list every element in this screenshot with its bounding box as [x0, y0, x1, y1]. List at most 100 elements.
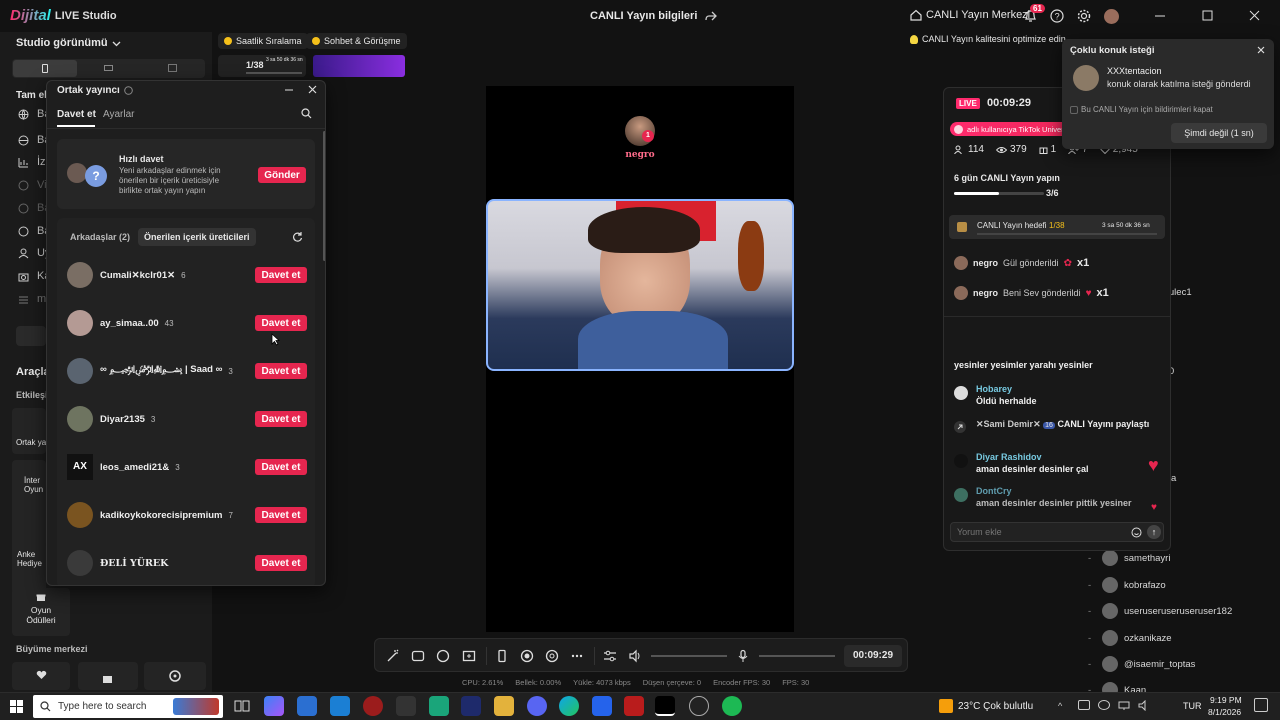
growth-tool-1[interactable]	[12, 662, 70, 690]
tab-suggested-creators[interactable]: Önerilen içerik üreticileri	[138, 228, 256, 246]
chat-meeting-chip[interactable]: Sohbet & Görüşme	[306, 33, 407, 49]
network-icon[interactable]	[1118, 700, 1130, 711]
goal-mini-widget[interactable]: 1/38 3 sa 50 dk 36 sn	[218, 55, 306, 77]
taskbar-search-box[interactable]: Type here to search	[33, 695, 223, 718]
task-view-icon[interactable]	[232, 696, 252, 716]
invite-button[interactable]: Davet et	[255, 555, 307, 571]
viewer-item[interactable]: - samethayri	[1088, 550, 1170, 566]
invite-button[interactable]: Davet et	[255, 507, 307, 523]
send-arrow-icon[interactable]: ↑	[1147, 525, 1161, 539]
tray-icon[interactable]	[1098, 700, 1110, 710]
growth-tool-3[interactable]	[144, 662, 206, 690]
tab-invite[interactable]: Davet et	[57, 109, 96, 120]
disable-checkbox[interactable]	[1070, 106, 1078, 114]
edge-icon[interactable]	[559, 696, 579, 716]
minimize-icon[interactable]	[1154, 10, 1166, 22]
app-icon-crimson[interactable]	[624, 696, 644, 716]
invite-button[interactable]: Davet et	[255, 267, 307, 283]
weather-text[interactable]: 23°C Çok bulutlu	[958, 701, 1033, 712]
goal-card[interactable]: CANLI Yayın hedefi 1/38 3 sa 50 dk 36 sn	[949, 215, 1165, 239]
views-stat[interactable]: 379	[996, 144, 1027, 155]
tool-interactive[interactable]: İnter Oyun	[12, 460, 46, 550]
growth-tool-2[interactable]	[78, 662, 138, 690]
layout-portrait-tab[interactable]	[13, 60, 77, 77]
screen-add-icon[interactable]	[462, 649, 476, 663]
hourly-ranking-chip[interactable]: Saatlik Sıralama	[218, 33, 308, 49]
record-icon[interactable]	[520, 649, 534, 663]
minimize-popover-icon[interactable]	[284, 85, 294, 95]
end-stream-timer[interactable]: 00:09:29	[844, 645, 902, 667]
clock-time[interactable]: 9:19 PM	[1210, 695, 1242, 705]
help-icon[interactable]: ?	[1050, 9, 1064, 23]
landscape-icon[interactable]	[104, 65, 113, 71]
multi-layout-icon[interactable]	[168, 64, 177, 72]
not-now-button[interactable]: Şimdi değil (1 sn)	[1171, 123, 1267, 143]
chevron-up-icon[interactable]: ^	[1058, 701, 1062, 711]
settings-gear-icon[interactable]	[1077, 9, 1091, 23]
viewer-item[interactable]: - kobrafazo	[1088, 577, 1166, 593]
mic-volume-slider[interactable]	[759, 655, 835, 657]
clock-date[interactable]: 8/1/2026	[1208, 707, 1241, 717]
tray-icon[interactable]	[1078, 700, 1090, 710]
discord-icon[interactable]	[527, 696, 547, 716]
invite-button[interactable]: Davet et	[255, 459, 307, 475]
tab-settings[interactable]: Ayarlar	[103, 109, 135, 120]
app-icon-navy[interactable]	[461, 696, 481, 716]
spotify-icon[interactable]	[722, 696, 742, 716]
tiktok-icon[interactable]	[655, 696, 675, 716]
ai-icon[interactable]	[436, 649, 450, 663]
magic-wand-icon[interactable]	[386, 649, 400, 663]
notification-center-icon[interactable]	[1254, 698, 1268, 712]
close-icon[interactable]	[1257, 46, 1265, 54]
viewer-item[interactable]: - useruseruseruseruser182	[1088, 603, 1232, 619]
chat-user[interactable]: Diyar Rashidov	[976, 452, 1164, 462]
store-icon[interactable]	[297, 696, 317, 716]
scrollbar[interactable]	[323, 131, 325, 261]
close-icon[interactable]	[1249, 10, 1260, 21]
copilot-icon[interactable]	[264, 696, 284, 716]
sliders-icon[interactable]	[603, 649, 617, 663]
search-icon[interactable]	[301, 108, 312, 119]
refresh-icon[interactable]	[292, 231, 303, 242]
tool-game-rewards[interactable]: Oyun Ödülleri	[12, 588, 70, 636]
app-icon-blue[interactable]	[592, 696, 612, 716]
live-center-button[interactable]: CANLI Yayın Merkezi	[910, 9, 1030, 21]
invite-button[interactable]: Davet et	[255, 363, 307, 379]
speaker-volume-slider[interactable]	[651, 655, 727, 657]
tool-cohost[interactable]: Ortak ya	[12, 408, 46, 454]
tab-friends[interactable]: Arkadaşlar (2)	[70, 232, 130, 242]
more-icon[interactable]	[570, 649, 584, 663]
phone-icon[interactable]	[495, 649, 509, 663]
profile-avatar[interactable]	[1104, 9, 1119, 24]
gifts-stat[interactable]: 1	[1039, 144, 1056, 155]
windows-start-icon[interactable]	[10, 700, 23, 713]
app-icon-red[interactable]	[363, 696, 383, 716]
target-icon[interactable]	[545, 649, 559, 663]
viewers-stat[interactable]: 114	[954, 144, 984, 155]
quality-hint[interactable]: CANLI Yayın kalitesini optimize edin	[910, 34, 1066, 44]
comment-input[interactable]	[957, 525, 1117, 539]
live-info-button[interactable]: CANLI Yayın bilgileri	[590, 10, 718, 22]
send-button[interactable]: Gönder	[258, 167, 306, 183]
effects-icon[interactable]	[411, 649, 425, 663]
folder-icon[interactable]	[494, 696, 514, 716]
chat-user[interactable]: Hobarey	[976, 384, 1164, 394]
viewer-item[interactable]: - @isaemir_toptas	[1088, 656, 1195, 672]
viewer-item[interactable]: - ozkanikaze	[1088, 630, 1172, 646]
invite-button[interactable]: Davet et	[255, 411, 307, 427]
obs-icon[interactable]	[689, 696, 709, 716]
invite-button[interactable]: Davet et	[255, 315, 307, 331]
microphone-icon[interactable]	[736, 649, 750, 663]
info-icon[interactable]	[124, 86, 133, 95]
music-banner[interactable]	[313, 55, 405, 77]
notification-bell[interactable]: 61	[1024, 4, 1045, 26]
volume-icon[interactable]	[1138, 700, 1150, 711]
chat-user[interactable]: DontCry	[976, 486, 1164, 496]
app-icon-green[interactable]	[429, 696, 449, 716]
speaker-icon[interactable]	[628, 649, 642, 663]
close-popover-icon[interactable]	[308, 85, 317, 94]
mail-icon[interactable]	[330, 696, 350, 716]
app-icon-gray[interactable]	[396, 696, 416, 716]
tool-poll[interactable]: Anke Hediye	[12, 542, 46, 594]
chat-user[interactable]: ✕Sami Demir✕	[976, 419, 1041, 429]
